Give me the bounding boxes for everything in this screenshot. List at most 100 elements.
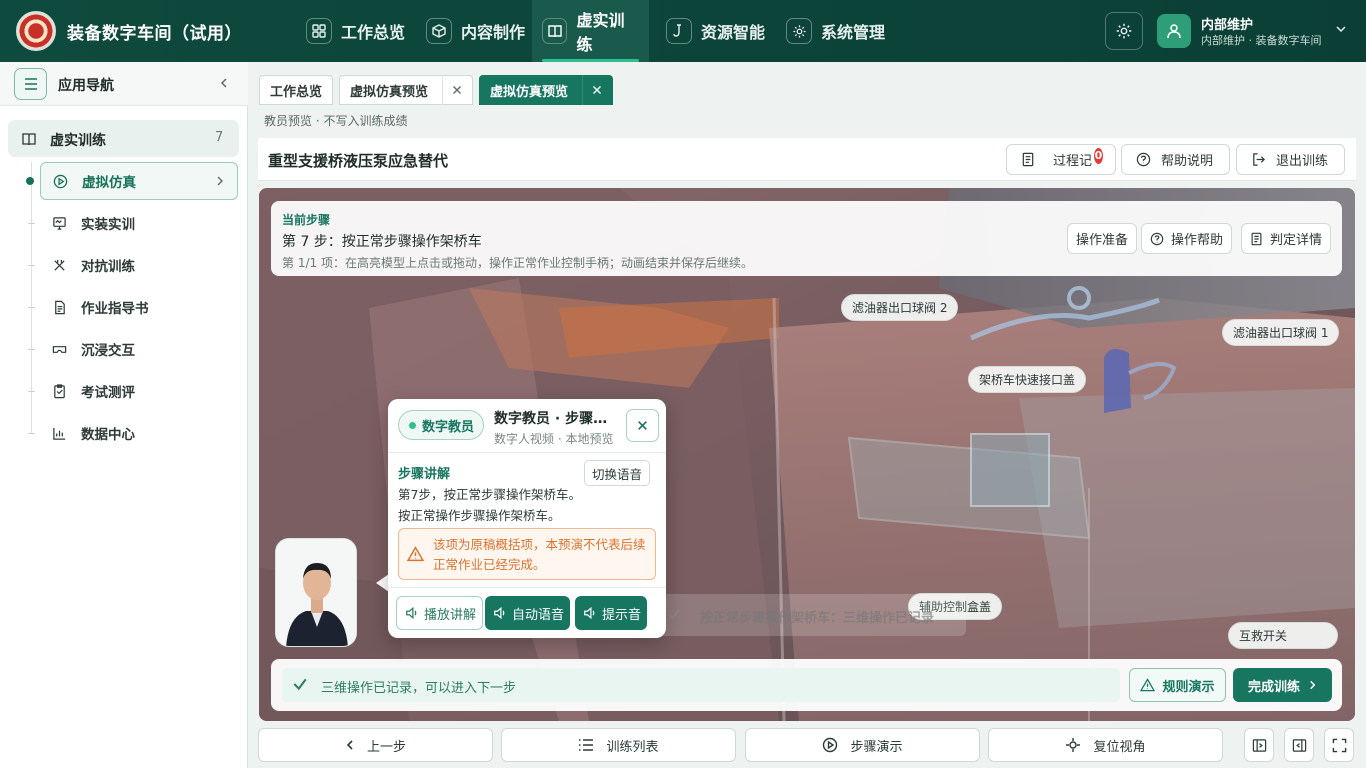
nav-item-content[interactable]: 内容制作 <box>416 0 535 62</box>
play-circle-icon <box>822 737 838 753</box>
gear-icon <box>786 18 812 44</box>
rule-demo-button[interactable]: 规则演示 <box>1129 668 1226 702</box>
collapse-sidebar-icon[interactable] <box>218 77 230 89</box>
nav-item-training[interactable]: 虚实训练 <box>532 0 649 62</box>
tree-dot <box>28 433 35 434</box>
page-title: 重型支援桥液压泵应急替代 <box>268 152 449 170</box>
collapse-left-panel-button[interactable] <box>1244 728 1274 762</box>
chevron-left-icon <box>345 739 355 751</box>
nav-item-system[interactable]: 系统管理 <box>776 0 895 62</box>
document-icon <box>52 300 67 315</box>
training-list-button[interactable]: 训练列表 <box>501 728 736 762</box>
help-button[interactable]: 帮助说明 <box>1121 144 1230 175</box>
grid-icon <box>306 18 332 44</box>
speaker-icon <box>493 606 507 620</box>
sidebar-item-virtual-sim[interactable]: 虚拟仿真 <box>40 162 238 200</box>
collapse-right-panel-button[interactable] <box>1284 728 1314 762</box>
training-list-label: 训练列表 <box>606 739 659 755</box>
chevron-down-icon <box>1335 23 1347 35</box>
previous-step-button[interactable]: 上一步 <box>258 728 493 762</box>
chart-icon <box>52 426 67 441</box>
label-filter-valve-2[interactable]: 滤油器出口球阀 2 <box>841 294 959 321</box>
tree-dot <box>28 391 35 392</box>
sidebar-item-guide[interactable]: 作业指导书 <box>40 288 238 326</box>
online-status-dot <box>409 421 416 429</box>
close-icon[interactable] <box>582 75 602 105</box>
warning-box: 该项为原稿概括项，本预演不代表后续正常作业已经完成。 <box>398 528 656 580</box>
user-name: 内部维护 <box>1201 18 1254 33</box>
sidebar-item-combat[interactable]: 对抗训练 <box>40 246 238 284</box>
finish-training-button[interactable]: 完成训练 <box>1233 668 1332 702</box>
divider <box>388 587 666 588</box>
user-subtitle: 内部维护 · 装备数字车间 <box>1201 34 1322 47</box>
tree-dot-active <box>26 177 34 185</box>
current-step-card: 当前步骤 第 7 步：按正常步骤操作架桥车 第 1/1 项：在高亮模型上点击或拖… <box>271 201 1342 276</box>
digital-instructor-avatar[interactable] <box>275 538 357 647</box>
exit-training-button[interactable]: 退出训练 <box>1236 144 1345 175</box>
logout-icon <box>1251 152 1266 167</box>
nav-label: 内容制作 <box>461 23 526 42</box>
emblem-logo <box>16 11 56 51</box>
rule-demo-label: 规则演示 <box>1162 679 1215 695</box>
process-record-label: 过程记 <box>1053 154 1093 169</box>
nav-label: 虚实训练 <box>576 11 625 54</box>
sidebar-item-immersive[interactable]: 沉浸交互 <box>40 330 238 368</box>
play-circle-icon <box>53 174 68 189</box>
label-filter-valve-1[interactable]: 滤油器出口球阀 1 <box>1222 319 1340 346</box>
chip-label: 数字教员 <box>422 419 475 435</box>
vr-headset-icon <box>52 342 67 357</box>
user-menu[interactable]: 内部维护 内部维护 · 装备数字车间 <box>1157 11 1353 51</box>
speaker-icon <box>583 606 597 620</box>
help-label: 帮助说明 <box>1161 154 1214 169</box>
step-subtitle: 第 1/1 项：在高亮模型上点击或拖动，操作正常作业控制手柄；动画结束并保存后继… <box>282 256 753 270</box>
help-circle-icon <box>1150 232 1164 246</box>
label-rescue-switch[interactable]: 互救开关 <box>1228 622 1338 649</box>
app-title: 装备数字车间（试用） <box>67 24 242 44</box>
judgement-detail-button[interactable]: 判定详情 <box>1241 223 1332 254</box>
menu-button[interactable] <box>14 68 47 100</box>
document-icon <box>1021 152 1035 167</box>
auto-voice-button[interactable]: 自动语音 <box>485 596 571 630</box>
nav-item-resources[interactable]: 资源智能 <box>656 0 775 62</box>
status-message: 三维操作已记录，可以进入下一步 <box>282 668 1120 702</box>
nav-label: 工作总览 <box>341 23 406 42</box>
avatar <box>1157 14 1191 48</box>
reset-view-label: 复位视角 <box>1093 739 1146 755</box>
preview-note: 教员预览 · 不写入训练成绩 <box>264 114 408 128</box>
status-bar: 三维操作已记录，可以进入下一步 规则演示 完成训练 <box>271 659 1342 711</box>
play-narration-button[interactable]: 播放讲解 <box>396 596 484 630</box>
step-demo-label: 步骤演示 <box>850 739 903 755</box>
operation-help-label: 操作帮助 <box>1171 233 1224 248</box>
tab-overview[interactable]: 工作总览 <box>259 75 334 105</box>
chevron-right-icon <box>215 175 225 187</box>
switch-voice-button[interactable]: 切换语音 <box>584 460 651 486</box>
sidebar-group-training[interactable]: 虚实训练 7 <box>8 120 239 157</box>
training-header: 重型支援桥液压泵应急替代 过程记 0 帮助说明 退出训练 <box>258 138 1356 181</box>
fullscreen-button[interactable] <box>1324 728 1354 762</box>
step-demo-button[interactable]: 步骤演示 <box>745 728 980 762</box>
operation-help-button[interactable]: 操作帮助 <box>1141 223 1233 254</box>
label-quick-connect-cover[interactable]: 架桥车快速接口盖 <box>968 366 1087 393</box>
reset-view-button[interactable]: 复位视角 <box>988 728 1223 762</box>
sidebar-item-exam[interactable]: 考试测评 <box>40 372 238 410</box>
digital-instructor-chip: 数字教员 <box>398 410 485 440</box>
digital-instructor-popup: 数字教员 数字教员 · 步骤讲解 数字人视频 · 本地预览 步骤讲解 切换语音 … <box>388 399 666 638</box>
sidebar-item-equipment[interactable]: 实装实训 <box>40 204 238 242</box>
process-record-button[interactable]: 过程记 0 <box>1006 144 1116 175</box>
sidebar-item-label: 沉浸交互 <box>81 343 135 359</box>
popup-close-button[interactable] <box>626 409 659 442</box>
tree-dot <box>28 307 35 308</box>
settings-button[interactable] <box>1105 12 1143 50</box>
previous-step-label: 上一步 <box>366 739 406 755</box>
play-narration-label: 播放讲解 <box>424 607 477 623</box>
sidebar-group-count: 7 <box>215 130 224 145</box>
operation-prepare-button[interactable]: 操作准备 <box>1067 223 1138 254</box>
sidebar-item-label: 作业指导书 <box>81 301 149 317</box>
close-icon[interactable] <box>442 75 462 105</box>
prompt-tone-button[interactable]: 提示音 <box>575 596 648 630</box>
tab-sim-preview-2[interactable]: 虚拟仿真预览 <box>479 75 614 105</box>
sidebar-item-data[interactable]: 数据中心 <box>40 414 238 452</box>
nav-item-overview[interactable]: 工作总览 <box>296 0 415 62</box>
tab-sim-preview-1[interactable]: 虚拟仿真预览 <box>339 75 474 105</box>
status-text: 三维操作已记录，可以进入下一步 <box>321 681 517 696</box>
